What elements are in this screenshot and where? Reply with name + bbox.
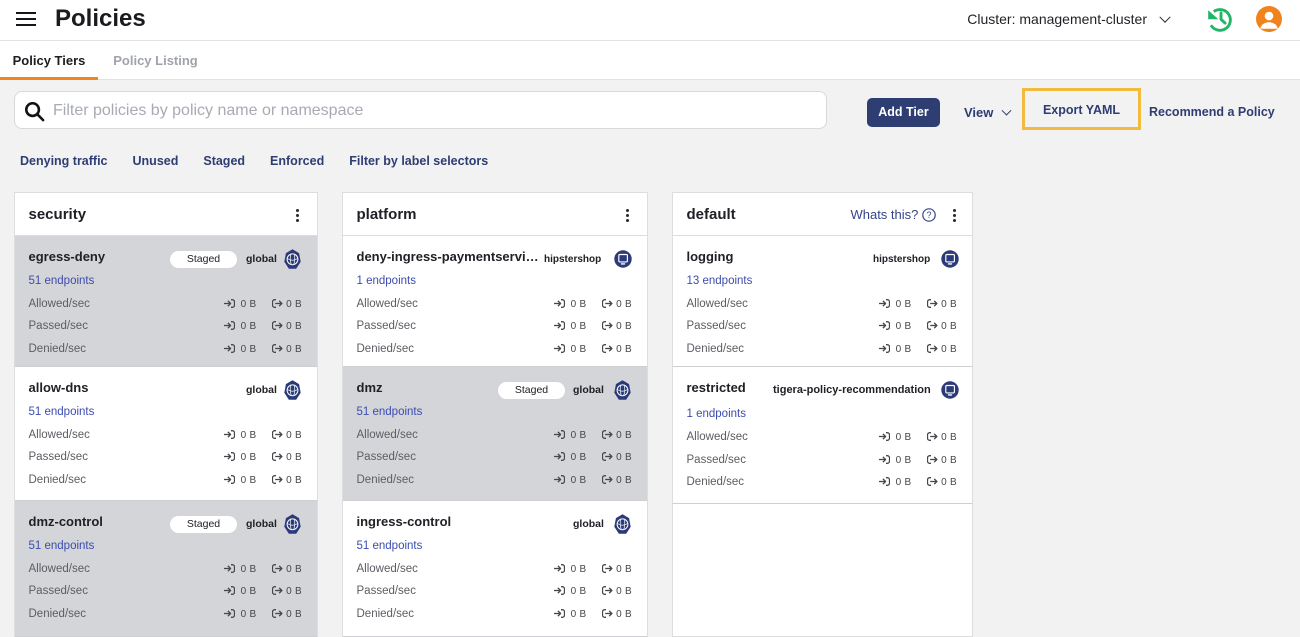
svg-text:?: ? [926,210,931,220]
